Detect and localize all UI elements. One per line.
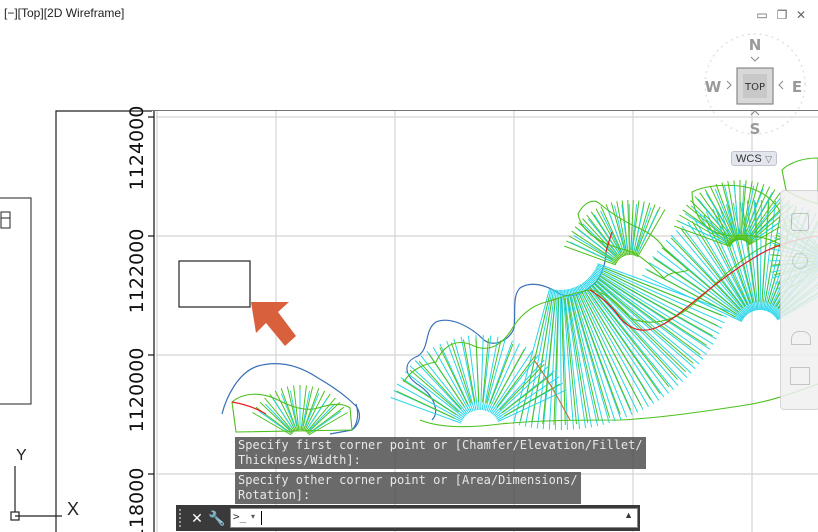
y-tick-label: 1124000 [126,106,148,191]
viewcube-face-label: TOP [744,82,765,93]
command-line: ✕ 🔧 >_ ▾ ▲ [176,505,640,531]
chevron-left-icon[interactable] [778,80,784,90]
chevron-right-icon[interactable] [726,80,732,90]
y-tick-label: 1120000 [126,348,148,433]
text-caret [261,511,262,525]
showmotion-icon[interactable] [790,367,810,385]
command-history-line: Specify first corner point or [Chamfer/E… [235,437,646,469]
checkbox-icon [0,211,11,229]
ucs-x-label: X [67,499,80,519]
minimize-button[interactable]: ▭ [755,8,769,22]
restore-button[interactable]: ❐ [775,8,789,22]
chevron-down-icon[interactable] [750,56,760,62]
compass-west[interactable]: W [705,78,722,96]
wrench-icon[interactable]: 🔧 [208,509,226,527]
close-icon[interactable]: ✕ [188,509,206,527]
steering-wheel-icon[interactable] [791,213,809,231]
compass-north[interactable]: N [749,36,762,54]
triangle-down-icon: ▽ [765,154,772,164]
wcs-label: WCS [736,153,762,165]
chevron-down-icon[interactable]: ▾ [251,512,255,521]
prompt-icon[interactable]: >_ [233,510,246,523]
close-button[interactable]: ✕ [794,8,808,22]
compass-east[interactable]: E [792,78,802,96]
compass-south[interactable]: S [750,120,761,138]
left-frame [0,197,32,405]
ucs-y-label: Y [16,447,27,464]
orbit-icon[interactable] [791,331,811,345]
command-input[interactable]: >_ ▾ ▲ [230,508,638,528]
y-tick-label: 1122000 [126,229,148,314]
grip-handle[interactable] [179,509,185,527]
command-history-line: Specify other corner point or [Area/Dime… [235,472,581,504]
y-tick-label: 1118000 [126,468,148,532]
navigation-bar[interactable] [780,190,818,410]
viewport-controls[interactable]: [−][Top][2D Wireframe] [4,6,124,20]
chevron-up-icon[interactable]: ▲ [624,510,633,520]
pan-icon[interactable] [792,253,808,269]
wcs-menu[interactable]: WCS ▽ [731,151,777,166]
ucs-icon [10,466,62,521]
